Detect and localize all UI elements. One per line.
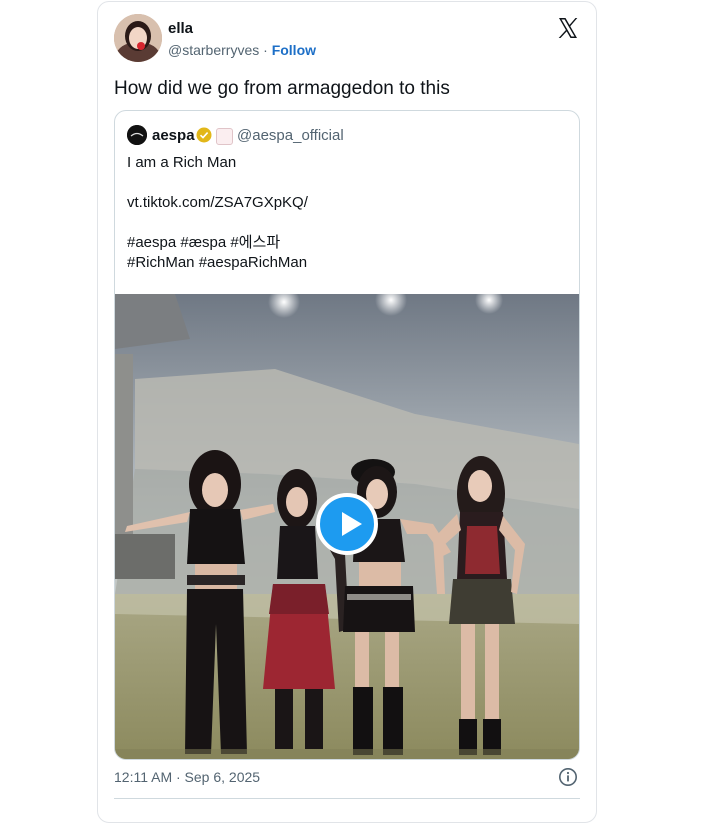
- quoted-hashtags[interactable]: #RichMan #aespaRichMan: [127, 253, 308, 273]
- footer-divider: [114, 798, 580, 799]
- quoted-line: [127, 173, 308, 193]
- x-logo-icon[interactable]: [556, 16, 580, 40]
- quoted-line: [127, 213, 308, 233]
- play-icon[interactable]: [316, 493, 378, 555]
- handle-separator: ·: [259, 42, 272, 58]
- author-handle-row: @starberryves · Follow: [168, 42, 316, 58]
- video-thumbnail[interactable]: [115, 284, 579, 759]
- quoted-line: I am a Rich Man: [127, 154, 237, 171]
- embedded-post-card: ella @starberryves · Follow How did we g…: [97, 1, 597, 823]
- quoted-hashtags[interactable]: #aespa #æspa #에스파: [127, 233, 308, 253]
- affiliate-badge-icon: [216, 128, 233, 145]
- author-avatar[interactable]: [114, 14, 162, 62]
- follow-button[interactable]: Follow: [272, 42, 316, 58]
- verified-badge-icon: [196, 127, 212, 143]
- author-handle[interactable]: @starberryves: [168, 42, 259, 58]
- quoted-post[interactable]: aespa @aespa_official I am a Rich Man vt…: [114, 110, 580, 760]
- quoted-author-name[interactable]: aespa: [152, 127, 195, 144]
- aespa-logo-icon: [127, 125, 147, 145]
- tweet-text: How did we go from armaggedon to this: [114, 78, 450, 99]
- quoted-author-avatar[interactable]: [127, 125, 147, 145]
- quoted-link[interactable]: vt.tiktok.com/ZSA7GXpKQ/: [127, 193, 308, 213]
- post-timestamp[interactable]: 12:11 AM · Sep 6, 2025: [114, 769, 260, 785]
- info-icon[interactable]: [558, 767, 578, 787]
- quoted-author-handle[interactable]: @aespa_official: [237, 127, 344, 144]
- quoted-post-text: I am a Rich Man vt.tiktok.com/ZSA7GXpKQ/…: [127, 153, 308, 273]
- author-name[interactable]: ella: [168, 20, 193, 37]
- avatar-photo-icon: [114, 14, 162, 62]
